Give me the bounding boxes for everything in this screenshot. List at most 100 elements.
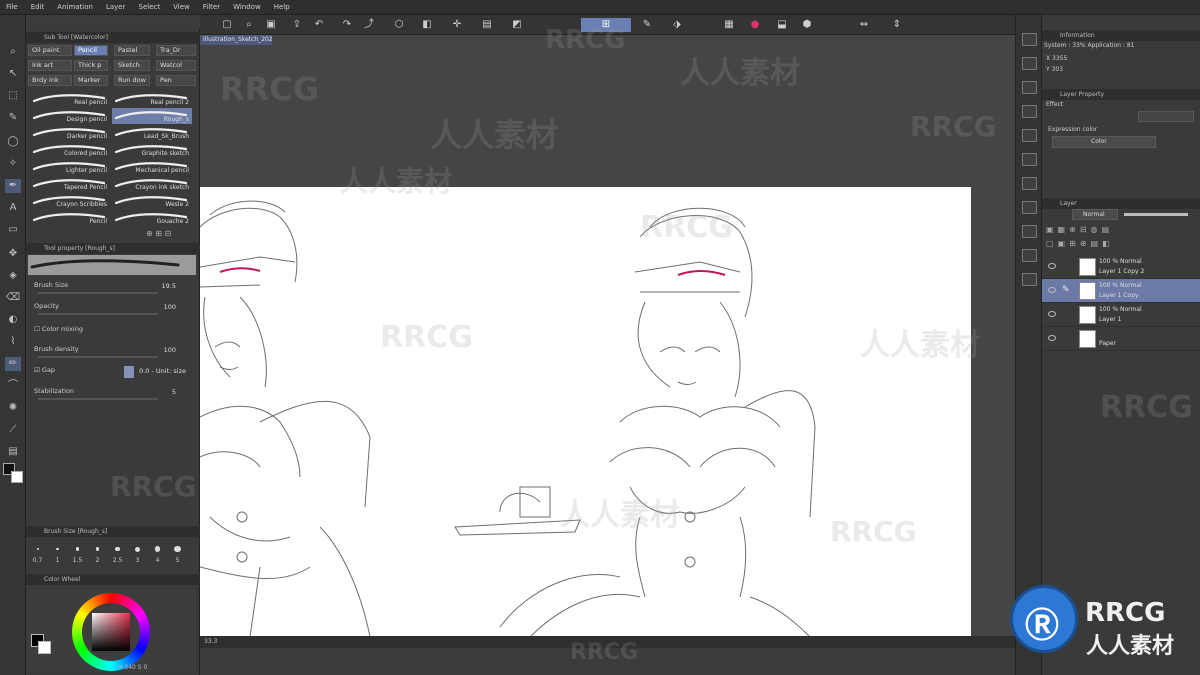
layer-action-icons[interactable]: ▢▣⊞⊕▤◧ bbox=[1046, 239, 1196, 249]
stabilization-value[interactable]: 5 bbox=[172, 388, 176, 396]
record-icon[interactable]: ● bbox=[748, 18, 762, 32]
menu-help[interactable]: Help bbox=[274, 3, 290, 11]
layer-row[interactable]: 100 % Normal Layer 1 bbox=[1042, 303, 1200, 327]
opacity-slider[interactable] bbox=[38, 313, 158, 315]
subtool-tab-pencil[interactable]: Pencil bbox=[74, 45, 108, 56]
effect-buttons[interactable] bbox=[1138, 111, 1194, 122]
visibility-eye-icon[interactable] bbox=[1048, 263, 1056, 269]
move-tool-icon[interactable]: ↖ bbox=[5, 67, 21, 81]
pen-lock-icon[interactable]: ✎ bbox=[1062, 285, 1070, 295]
subtool-tab-tra-dr[interactable]: Tra_Dr bbox=[156, 45, 196, 56]
brush-item[interactable]: Design pencil bbox=[30, 108, 110, 124]
brush-size-preset[interactable]: 0.7 bbox=[28, 543, 47, 567]
fill-tool-icon[interactable]: ◈ bbox=[5, 269, 21, 283]
brush-item[interactable]: Rough_s bbox=[112, 108, 192, 124]
subtool-tab-run-down[interactable]: Run dow bbox=[114, 75, 150, 86]
visibility-eye-icon[interactable] bbox=[1048, 335, 1056, 341]
blend-mode-select[interactable]: Normal bbox=[1072, 209, 1118, 220]
save-icon[interactable]: ▣ bbox=[264, 18, 278, 32]
brush-size-preset[interactable]: 4 bbox=[148, 543, 167, 567]
brush-density-slider[interactable] bbox=[38, 356, 158, 358]
brush-item[interactable]: Lighter pencil bbox=[30, 159, 110, 175]
export-icon[interactable]: ⇪ bbox=[290, 18, 304, 32]
stabilization-slider[interactable] bbox=[38, 398, 158, 400]
clear-icon[interactable]: ⬡ bbox=[392, 18, 406, 32]
gap-checkbox[interactable]: ☑ bbox=[34, 366, 42, 374]
pencil-tool-icon[interactable]: ✏ bbox=[5, 357, 21, 371]
redo-icon[interactable]: ↷ bbox=[340, 18, 354, 32]
cut-icon[interactable]: ⤴ bbox=[362, 18, 376, 32]
material-monochrome-icon[interactable] bbox=[1022, 153, 1037, 166]
brush-item[interactable]: Graphite sketch bbox=[112, 142, 192, 158]
subtool-tab-thick-paint[interactable]: Thick p bbox=[74, 60, 108, 71]
operation-tool-icon[interactable]: ⬚ bbox=[5, 89, 21, 103]
brush-density-row[interactable]: Brush density 100 bbox=[34, 345, 186, 359]
menu-file[interactable]: File bbox=[6, 3, 18, 11]
menu-edit[interactable]: Edit bbox=[31, 3, 45, 11]
subtool-tab-pastel[interactable]: Pastel bbox=[114, 45, 150, 56]
brush-item[interactable]: Colored pencil bbox=[30, 142, 110, 158]
navigator-icon[interactable] bbox=[1022, 33, 1037, 46]
brush-size-preset[interactable]: 2.5 bbox=[108, 543, 127, 567]
brush-item[interactable]: Pencil bbox=[30, 210, 110, 226]
pen-tool-icon[interactable]: ✒ bbox=[5, 179, 21, 193]
deselect-icon[interactable]: ▤ bbox=[480, 18, 494, 32]
brush-item[interactable]: Lead_Sk_Brush bbox=[112, 125, 192, 141]
material-photo-icon[interactable] bbox=[1022, 105, 1037, 118]
snap-to-ruler-icon[interactable]: ⊞ bbox=[581, 18, 631, 32]
subtool-tab-pen[interactable]: Pen bbox=[156, 75, 196, 86]
undo-icon[interactable]: ↶ bbox=[312, 18, 326, 32]
brush-size-preset[interactable]: 1.5 bbox=[68, 543, 87, 567]
drawing-canvas[interactable] bbox=[200, 187, 971, 637]
snap-to-grid-icon[interactable]: ✎ bbox=[640, 18, 654, 32]
sub-color-swatch[interactable] bbox=[11, 471, 23, 483]
decoration-tool-icon[interactable]: ✺ bbox=[5, 401, 21, 415]
hue-ring[interactable] bbox=[72, 593, 150, 671]
brush-size-slider[interactable] bbox=[38, 292, 158, 294]
layer-row[interactable]: 100 % Normal Layer 1 Copy 2 bbox=[1042, 255, 1200, 279]
timelapse-icon[interactable]: ⬓ bbox=[775, 18, 789, 32]
ruler-tool-icon[interactable]: ⟋ bbox=[5, 423, 21, 437]
eyedropper-tool-icon[interactable]: ✎ bbox=[5, 111, 21, 125]
brush-density-value[interactable]: 100 bbox=[164, 346, 176, 354]
menu-view[interactable]: View bbox=[173, 3, 190, 11]
saturation-value-square[interactable] bbox=[92, 613, 130, 651]
gap-swatch[interactable] bbox=[124, 366, 134, 378]
brush-size-preset[interactable]: 2 bbox=[88, 543, 107, 567]
flip-vertical-icon[interactable]: ⇕ bbox=[890, 18, 904, 32]
subtool-tab-sketch[interactable]: Sketch bbox=[114, 60, 150, 71]
zoom-level[interactable]: 33.3 bbox=[204, 638, 217, 645]
expression-color-select[interactable]: Color bbox=[1052, 136, 1156, 148]
brush-size-preset[interactable]: 5 bbox=[168, 543, 187, 567]
blend-tool-icon[interactable]: ◐ bbox=[5, 313, 21, 327]
opacity-row[interactable]: Opacity 100 bbox=[34, 302, 186, 316]
material-brush-icon[interactable] bbox=[1022, 129, 1037, 142]
brush-item[interactable]: Mechanical pencil bbox=[112, 159, 192, 175]
layer-tool-icons[interactable]: ▣▦⊕⊟◍▤ bbox=[1046, 225, 1196, 235]
brush-item[interactable]: Crayon ink sketch bbox=[112, 176, 192, 192]
subtool-tab-watercolor[interactable]: Watcol bbox=[156, 60, 196, 71]
subtool-actions-icon[interactable]: ⊕ ⊞ ⊟ bbox=[146, 229, 171, 238]
visibility-eye-icon[interactable] bbox=[1048, 311, 1056, 317]
frame-tool-icon[interactable]: ▭ bbox=[5, 223, 21, 237]
fill-icon[interactable]: ◧ bbox=[420, 18, 434, 32]
brush-item[interactable]: Wesle 2 bbox=[112, 193, 192, 209]
airbrush-tool-icon[interactable]: ⌇ bbox=[5, 335, 21, 349]
subtool-tab-ink-art[interactable]: Ink art bbox=[28, 60, 72, 71]
color-mixing-row[interactable]: ☐ Color mixing bbox=[34, 325, 186, 339]
gap-value[interactable]: 0.0 - Unit: size bbox=[139, 367, 186, 375]
color-mixing-checkbox[interactable]: ☐ bbox=[34, 325, 42, 333]
layer-row-paper[interactable]: Paper bbox=[1042, 327, 1200, 351]
gradient-tool-icon[interactable]: ▤ bbox=[5, 445, 21, 459]
brush-tool-icon[interactable]: ⌒ bbox=[5, 379, 21, 393]
layer-name[interactable]: Layer 1 Copy bbox=[1099, 292, 1139, 299]
snap-special-icon[interactable]: ⬗ bbox=[670, 18, 684, 32]
material-pattern-icon[interactable] bbox=[1022, 249, 1037, 262]
color-sub-swatch[interactable] bbox=[38, 641, 51, 654]
brush-item[interactable]: Real pencil bbox=[30, 91, 110, 107]
visibility-eye-icon[interactable] bbox=[1048, 287, 1056, 293]
material-color-icon[interactable] bbox=[1022, 177, 1037, 190]
flip-horizontal-icon[interactable]: ⇔ bbox=[857, 18, 871, 32]
opacity-value[interactable]: 100 bbox=[164, 303, 176, 311]
subtool-tab-brdy-ink[interactable]: Brdy ink bbox=[28, 75, 72, 86]
